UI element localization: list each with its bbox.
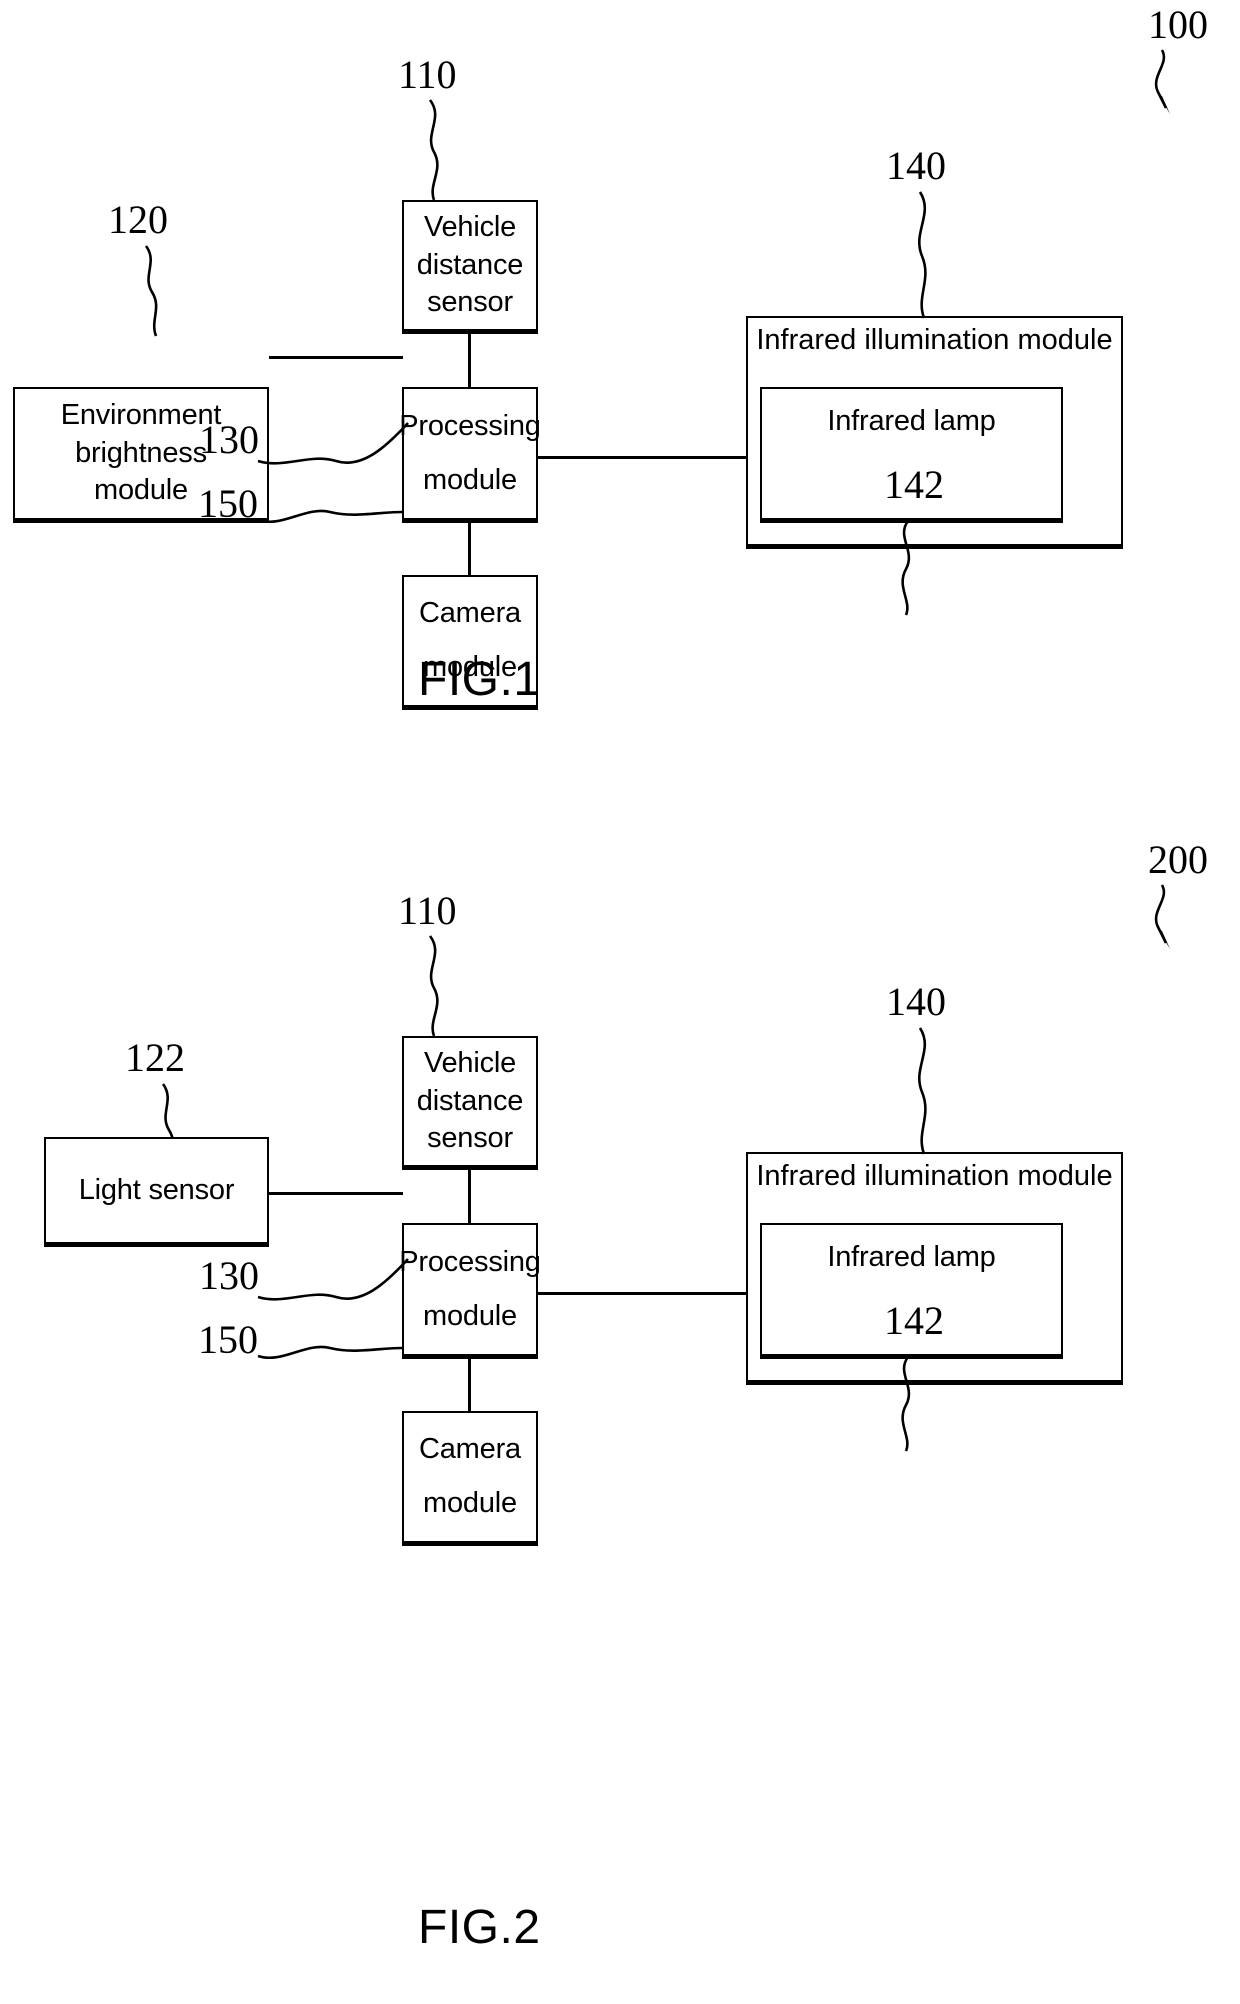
leader-line-130 [257, 417, 414, 479]
block-label-line-1: Camera [419, 1433, 521, 1466]
block-label-line-1: Environment [60, 398, 222, 431]
ref-numeral-142: 142 [884, 1298, 944, 1343]
ref-numeral-100: 100 [1148, 2, 1208, 47]
ref-numeral-130: 130 [199, 1253, 259, 1298]
block-label-line-1: Camera [419, 597, 521, 630]
block-vehicle-distance-sensor: Vehicle distance sensor [402, 200, 538, 334]
block-label-line-1: Light sensor [78, 1173, 235, 1206]
block-processing-module: Processing module [399, 1223, 541, 1359]
block-label-line-3: sensor [427, 1122, 513, 1155]
leader-line-142 [890, 1356, 934, 1453]
ref-numeral-150: 150 [198, 481, 258, 526]
block-label-line-2: module [1017, 1160, 1113, 1192]
leader-line-150 [257, 1330, 406, 1366]
ref-numeral-140: 140 [886, 143, 946, 188]
connector-processing-to-camera [468, 523, 471, 575]
leader-line-140 [906, 1027, 948, 1156]
leader-line-100 [1140, 48, 1200, 118]
block-label-line-2: distance [416, 1084, 524, 1117]
block-label-line-1: Vehicle [423, 1046, 517, 1079]
block-label-line-1: Infrared lamp [827, 405, 996, 437]
block-label-line-1: Infrared lamp [827, 1241, 996, 1273]
ref-numeral-110: 110 [398, 888, 457, 933]
ref-numeral-150: 150 [198, 1317, 258, 1362]
leader-line-150 [257, 494, 406, 530]
connector-processing-to-infrared [538, 456, 746, 459]
leader-line-142 [890, 520, 934, 617]
ref-numeral-130: 130 [199, 417, 259, 462]
block-label-line-1: Infrared illumination [756, 1160, 1010, 1192]
block-label-line-3: sensor [427, 286, 513, 319]
ref-numeral-120: 120 [108, 197, 168, 242]
connector-processing-to-infrared [538, 1292, 746, 1295]
leader-line-110 [418, 99, 458, 202]
patent-drawing-sheet: 100 110 Vehicle distance sensor 120 Envi… [0, 0, 1240, 2004]
ref-numeral-142: 142 [884, 462, 944, 507]
block-label-line-2: module [1017, 324, 1113, 356]
ref-numeral-140: 140 [886, 979, 946, 1024]
block-light-sensor: Light sensor [44, 1137, 269, 1247]
leader-line-140 [906, 191, 948, 320]
block-label-line-2: distance [416, 248, 524, 281]
block-label-line-1: Infrared illumination [756, 324, 1010, 356]
block-label-line-3: module [94, 474, 188, 507]
leader-line-200 [1140, 883, 1200, 953]
connector-processing-to-camera [468, 1359, 471, 1411]
ref-numeral-200: 200 [1148, 837, 1208, 882]
figure-2-caption: FIG.2 [418, 1901, 541, 1954]
ref-numeral-122: 122 [125, 1035, 185, 1080]
leader-line-110 [418, 935, 458, 1038]
leader-line-130 [257, 1253, 414, 1315]
block-label-line-2: brightness [75, 436, 207, 469]
connector-sensor-to-processing [468, 1170, 471, 1224]
block-label-line-2: module [423, 1487, 517, 1519]
block-label-line-2: module [423, 463, 517, 496]
block-label-line-1: Vehicle [423, 210, 517, 243]
block-camera-module: Camera module [402, 1411, 538, 1546]
leader-line-120 [138, 245, 180, 338]
block-label-line-2: module [423, 1299, 517, 1332]
connector-sensor-to-processing [468, 334, 471, 388]
block-vehicle-distance-sensor: Vehicle distance sensor [402, 1036, 538, 1170]
block-processing-module: Processing module [399, 387, 541, 523]
block-label-line-1: Processing [399, 1245, 541, 1278]
figure-1-caption: FIG.1 [418, 653, 541, 706]
connector-brightness-to-processing [269, 356, 403, 359]
block-label-line-1: Processing [399, 409, 541, 442]
ref-numeral-110: 110 [398, 52, 457, 97]
connector-lightsensor-to-processing [269, 1192, 403, 1195]
